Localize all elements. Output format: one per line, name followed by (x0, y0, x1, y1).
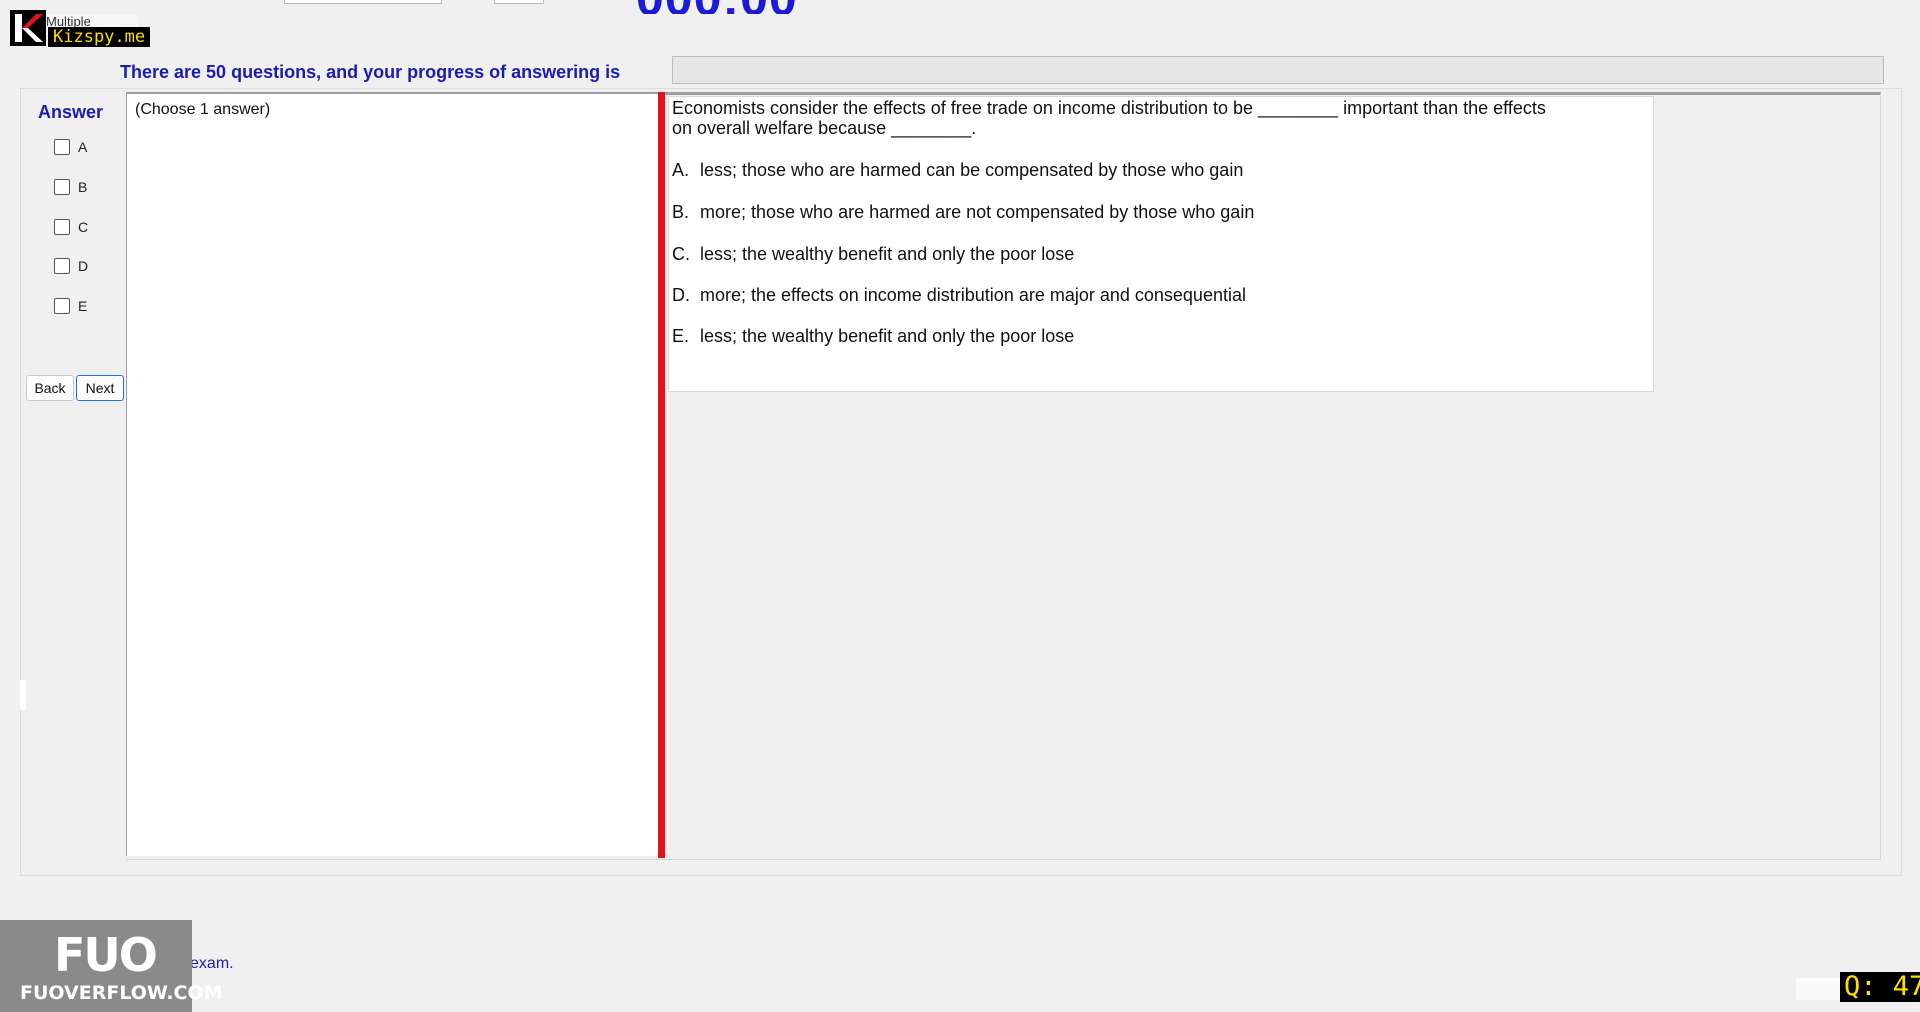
timer-display: 000:00 (636, 0, 876, 14)
answer-option-c[interactable]: C (54, 217, 88, 237)
frame-notch (20, 680, 26, 710)
option-text: less; the wealthy benefit and only the p… (700, 244, 1075, 264)
answer-option-d[interactable]: D (54, 256, 88, 276)
question-option-e: E. less; the wealthy benefit and only the… (672, 326, 1074, 347)
choose-instruction: (Choose 1 answer) (135, 101, 271, 118)
option-text: less; those who are harmed can be compen… (700, 160, 1244, 180)
option-letter: A. (672, 160, 690, 180)
option-letter: D. (672, 285, 690, 305)
checkbox[interactable] (54, 139, 70, 155)
answer-option-label: B (78, 179, 88, 195)
k-logo-icon (10, 10, 46, 46)
answer-option-e[interactable]: E (54, 296, 87, 316)
checkbox[interactable] (54, 219, 70, 235)
checkbox[interactable] (54, 179, 70, 195)
answer-option-a[interactable]: A (54, 137, 87, 157)
counter-backdrop (1796, 978, 1840, 1000)
progress-label: There are 50 questions, and your progres… (120, 62, 621, 82)
answer-title: Answer (38, 102, 104, 122)
answer-option-label: E (78, 298, 88, 314)
panel-splitter[interactable] (658, 92, 665, 858)
next-button[interactable]: Next (76, 375, 124, 401)
question-stem-line: Economists consider the effects of free … (672, 98, 1546, 118)
fuo-logo-text: FUO (54, 928, 158, 982)
answer-option-b[interactable]: B (54, 177, 87, 197)
fuoverflow-text: FUOVERFLOW.COM (20, 982, 223, 1004)
back-button[interactable]: Back (26, 375, 74, 401)
question-option-a: A. less; those who are harmed can be comp… (672, 160, 1243, 181)
option-letter: E. (672, 326, 690, 346)
question-option-d: D. more; the effects on income distributi… (672, 285, 1246, 306)
option-letter: B. (672, 202, 690, 222)
option-text: more; those who are harmed are not compe… (700, 202, 1255, 222)
logo-brand-text: Kizspy.me (48, 27, 151, 47)
fuoverflow-watermark: FUO FUOVERFLOW.COM (0, 920, 223, 1012)
answer-option-label: D (78, 258, 89, 274)
checkbox[interactable] (54, 298, 70, 314)
progress-bar (672, 56, 1884, 84)
answer-option-label: A (78, 139, 88, 155)
kizspy-logo: Kizspy.me (10, 10, 151, 48)
option-letter: C. (672, 244, 690, 264)
question-counter: Q: 47 (1840, 972, 1920, 1002)
question-stem-line: on overall welfare because ________. (672, 118, 977, 138)
question-stem: Economists consider the effects of free … (672, 98, 1612, 138)
option-text: less; the wealthy benefit and only the p… (700, 326, 1075, 346)
question-option-b: B. more; those who are harmed are not com… (672, 202, 1254, 223)
answer-textbox[interactable] (126, 94, 659, 856)
top-spinbox[interactable] (494, 0, 544, 4)
question-option-c: C. less; the wealthy benefit and only the… (672, 244, 1074, 265)
top-combobox[interactable] (284, 0, 442, 4)
option-text: more; the effects on income distribution… (700, 285, 1246, 305)
answer-option-label: C (78, 219, 89, 235)
checkbox[interactable] (54, 258, 70, 274)
